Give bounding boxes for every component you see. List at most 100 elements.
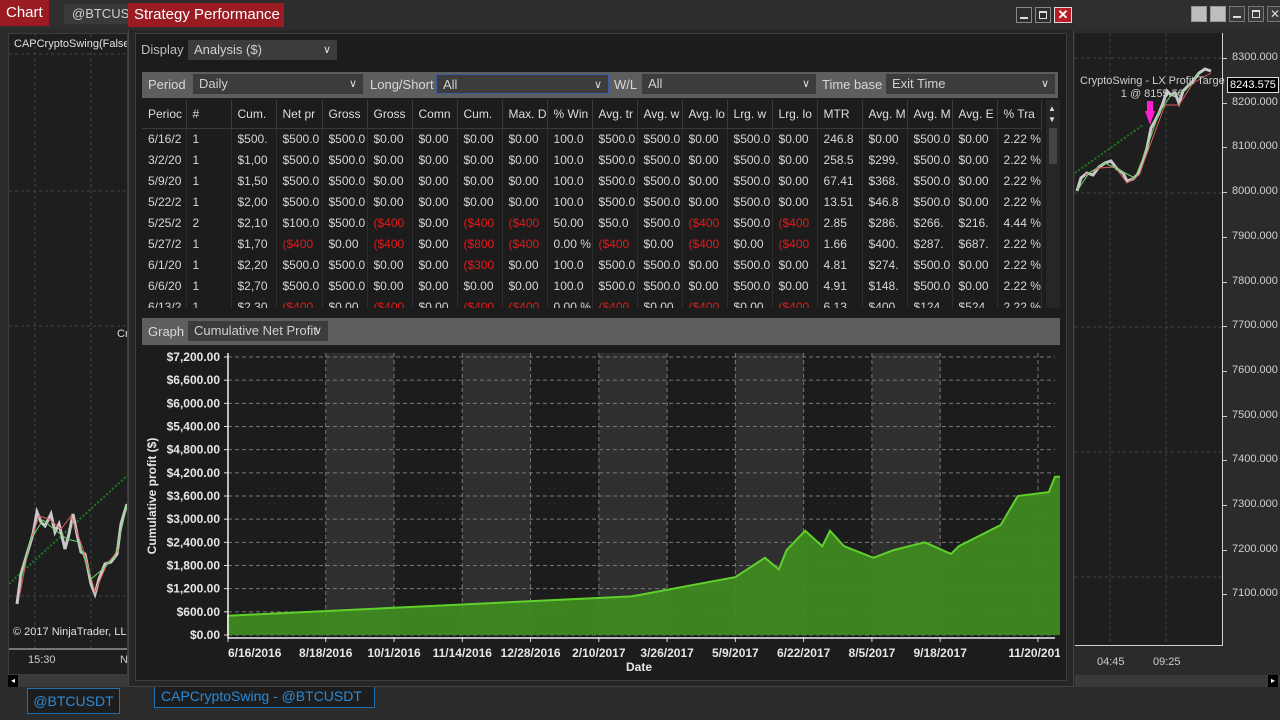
price-tick	[1222, 147, 1227, 149]
table-cell: 0.00 %	[547, 296, 593, 308]
table-cell: $0.00	[457, 128, 503, 149]
table-cell: $50.0	[592, 212, 638, 233]
tab-btcusdt[interactable]: @BTCUSDT	[27, 688, 120, 714]
price-axis-label: 7700.000	[1232, 319, 1278, 332]
column-header[interactable]: Cum.	[231, 100, 277, 129]
column-header[interactable]: % Tra	[997, 100, 1042, 129]
scroll-right-icon[interactable]: ▸	[1268, 675, 1278, 687]
table-cell: $2,10	[231, 212, 277, 233]
column-header[interactable]: Max. D	[502, 100, 548, 129]
x-tick-label: 8/18/2016	[299, 646, 353, 660]
right-chart-pane[interactable]	[1075, 33, 1223, 645]
instrument-tab[interactable]: @BTCUSDT	[64, 4, 134, 24]
data-point	[786, 549, 788, 551]
table-cell: $0.00	[367, 275, 413, 296]
column-header[interactable]: Lrg. w	[727, 100, 773, 129]
column-header[interactable]: Avg. lo	[682, 100, 728, 129]
left-chart-pane[interactable]: CAPCryptoSwing(False, Cr © 2017 NinjaTra…	[8, 33, 128, 675]
price-axis-label: 7200.000	[1232, 542, 1278, 555]
period-select[interactable]: Daily ∨	[193, 74, 363, 94]
long-short-select[interactable]: All ∨	[436, 74, 609, 94]
table-row[interactable]: 6/6/20 1 $2,70 $500.0 $500.0 $0.00 $0.00 $0.00 $…	[142, 275, 1042, 296]
cropped-label: Cr	[117, 328, 128, 340]
display-select-value: Analysis ($)	[194, 42, 262, 57]
column-header[interactable]: Lrg. lo	[772, 100, 818, 129]
table-cell: $500.0	[727, 149, 773, 170]
current-price-badge: 8243.575	[1227, 77, 1279, 93]
scroll-down-icon[interactable]: ▼	[1048, 115, 1056, 124]
toolbar-button-2[interactable]	[1210, 6, 1226, 22]
price-axis-label: 7800.000	[1232, 274, 1278, 287]
table-cell: 67.41	[817, 170, 863, 191]
table-row[interactable]: 6/1/20 1 $2,20 $500.0 $500.0 $0.00 $0.00 ($300 $…	[142, 254, 1042, 275]
table-cell: 100.0	[547, 128, 593, 149]
table-row[interactable]: 3/2/20 1 $1,00 $500.0 $500.0 $0.00 $0.00 $0.00 $…	[142, 149, 1042, 170]
scroll-up-icon[interactable]: ▲	[1048, 104, 1056, 113]
table-cell: ($400	[276, 233, 323, 254]
table-cell: $500.0	[907, 191, 953, 212]
column-header[interactable]: Avg. E	[952, 100, 998, 129]
minimize-icon[interactable]	[1016, 7, 1032, 23]
table-cell: 1	[186, 149, 232, 170]
y-tick-label: $1,800.00	[167, 559, 221, 573]
data-point	[630, 595, 632, 597]
table-cell: $500.0	[322, 212, 368, 233]
column-header[interactable]: Perioc	[142, 100, 187, 129]
column-header[interactable]: Gross	[322, 100, 368, 129]
column-header[interactable]: Comn	[412, 100, 458, 129]
table-row[interactable]: 5/25/2 2 $2,10 $100.0 $500.0 ($400 $0.00 ($400(…	[142, 212, 1042, 233]
table-row[interactable]: 6/16/2 1 $500. $500.0 $500.0 $0.00 $0.00 $0.00 $…	[142, 128, 1042, 149]
chevron-down-icon: ∨	[313, 325, 322, 337]
column-header[interactable]: Avg. M	[907, 100, 953, 129]
table-cell: 1	[186, 254, 232, 275]
table-cell: $0.00	[682, 275, 728, 296]
column-header[interactable]: % Win	[547, 100, 593, 129]
table-row[interactable]: 5/27/2 1 $1,70 ($400 $0.00 ($400 $0.00 ($800 ($4…	[142, 233, 1042, 254]
win-loss-select[interactable]: All ∨	[642, 74, 816, 94]
price-tick	[1222, 326, 1227, 328]
table-cell: $0.00	[772, 128, 818, 149]
right-horizontal-scrollbar[interactable]	[1075, 675, 1280, 687]
column-header[interactable]: Avg. tr	[592, 100, 638, 129]
time-base-select[interactable]: Exit Time ∨	[886, 74, 1055, 94]
x-tick-label: 12/28/2016	[501, 646, 561, 660]
maximize-icon[interactable]	[1248, 6, 1264, 22]
table-cell: $400.	[862, 296, 908, 308]
table-cell: $500.0	[727, 191, 773, 212]
display-select[interactable]: Analysis ($) ∨	[188, 40, 337, 60]
performance-table[interactable]: Perioc # Cum. Net pr Gross Gross Comn Cum. Max. …	[142, 100, 1060, 308]
column-header[interactable]: MTR	[817, 100, 863, 129]
x-axis-title: Date	[626, 660, 652, 674]
table-cell: $368.	[862, 170, 908, 191]
data-point	[1054, 476, 1056, 478]
maximize-icon[interactable]	[1035, 7, 1051, 23]
table-cell: 1	[186, 191, 232, 212]
table-cell: $0.00	[727, 233, 773, 254]
column-header[interactable]: Net pr	[276, 100, 323, 129]
table-cell: $500.0	[637, 191, 683, 212]
column-header[interactable]: Gross	[367, 100, 413, 129]
table-cell: 6/6/20	[142, 275, 187, 296]
close-icon[interactable]: ✕	[1267, 6, 1280, 22]
toolbar-button-1[interactable]	[1191, 6, 1207, 22]
graph-select[interactable]: Cumulative Net Profit ∨	[188, 321, 328, 341]
table-cell: $500.0	[727, 170, 773, 191]
table-row[interactable]: 5/9/20 1 $1,50 $500.0 $500.0 $0.00 $0.00 $0.00 $…	[142, 170, 1042, 191]
table-row[interactable]: 5/22/2 1 $2,00 $500.0 $500.0 $0.00 $0.00 $0.00 $…	[142, 191, 1042, 212]
chart-tab[interactable]: Chart	[0, 0, 49, 26]
column-header[interactable]: Avg. w	[637, 100, 683, 129]
table-cell: $0.00	[502, 254, 548, 275]
tab-capcryptoswing[interactable]: CAPCryptoSwing - @BTCUSDT	[154, 684, 375, 708]
table-cell: $0.00	[952, 191, 998, 212]
scroll-left-icon[interactable]: ◂	[8, 675, 18, 687]
minimize-icon[interactable]	[1229, 6, 1245, 22]
left-horizontal-scrollbar[interactable]	[8, 675, 130, 687]
column-header[interactable]: #	[186, 100, 232, 129]
close-icon[interactable]: ✕	[1054, 7, 1072, 23]
scrollbar-thumb[interactable]	[1049, 128, 1057, 164]
table-cell: 1.66	[817, 233, 863, 254]
table-row[interactable]: 6/13/2 1 $2,30 ($400 $0.00 ($400 $0.00 ($400 ($4…	[142, 296, 1042, 308]
column-header[interactable]: Avg. M	[862, 100, 908, 129]
column-header[interactable]: Cum.	[457, 100, 503, 129]
data-point	[872, 557, 874, 559]
